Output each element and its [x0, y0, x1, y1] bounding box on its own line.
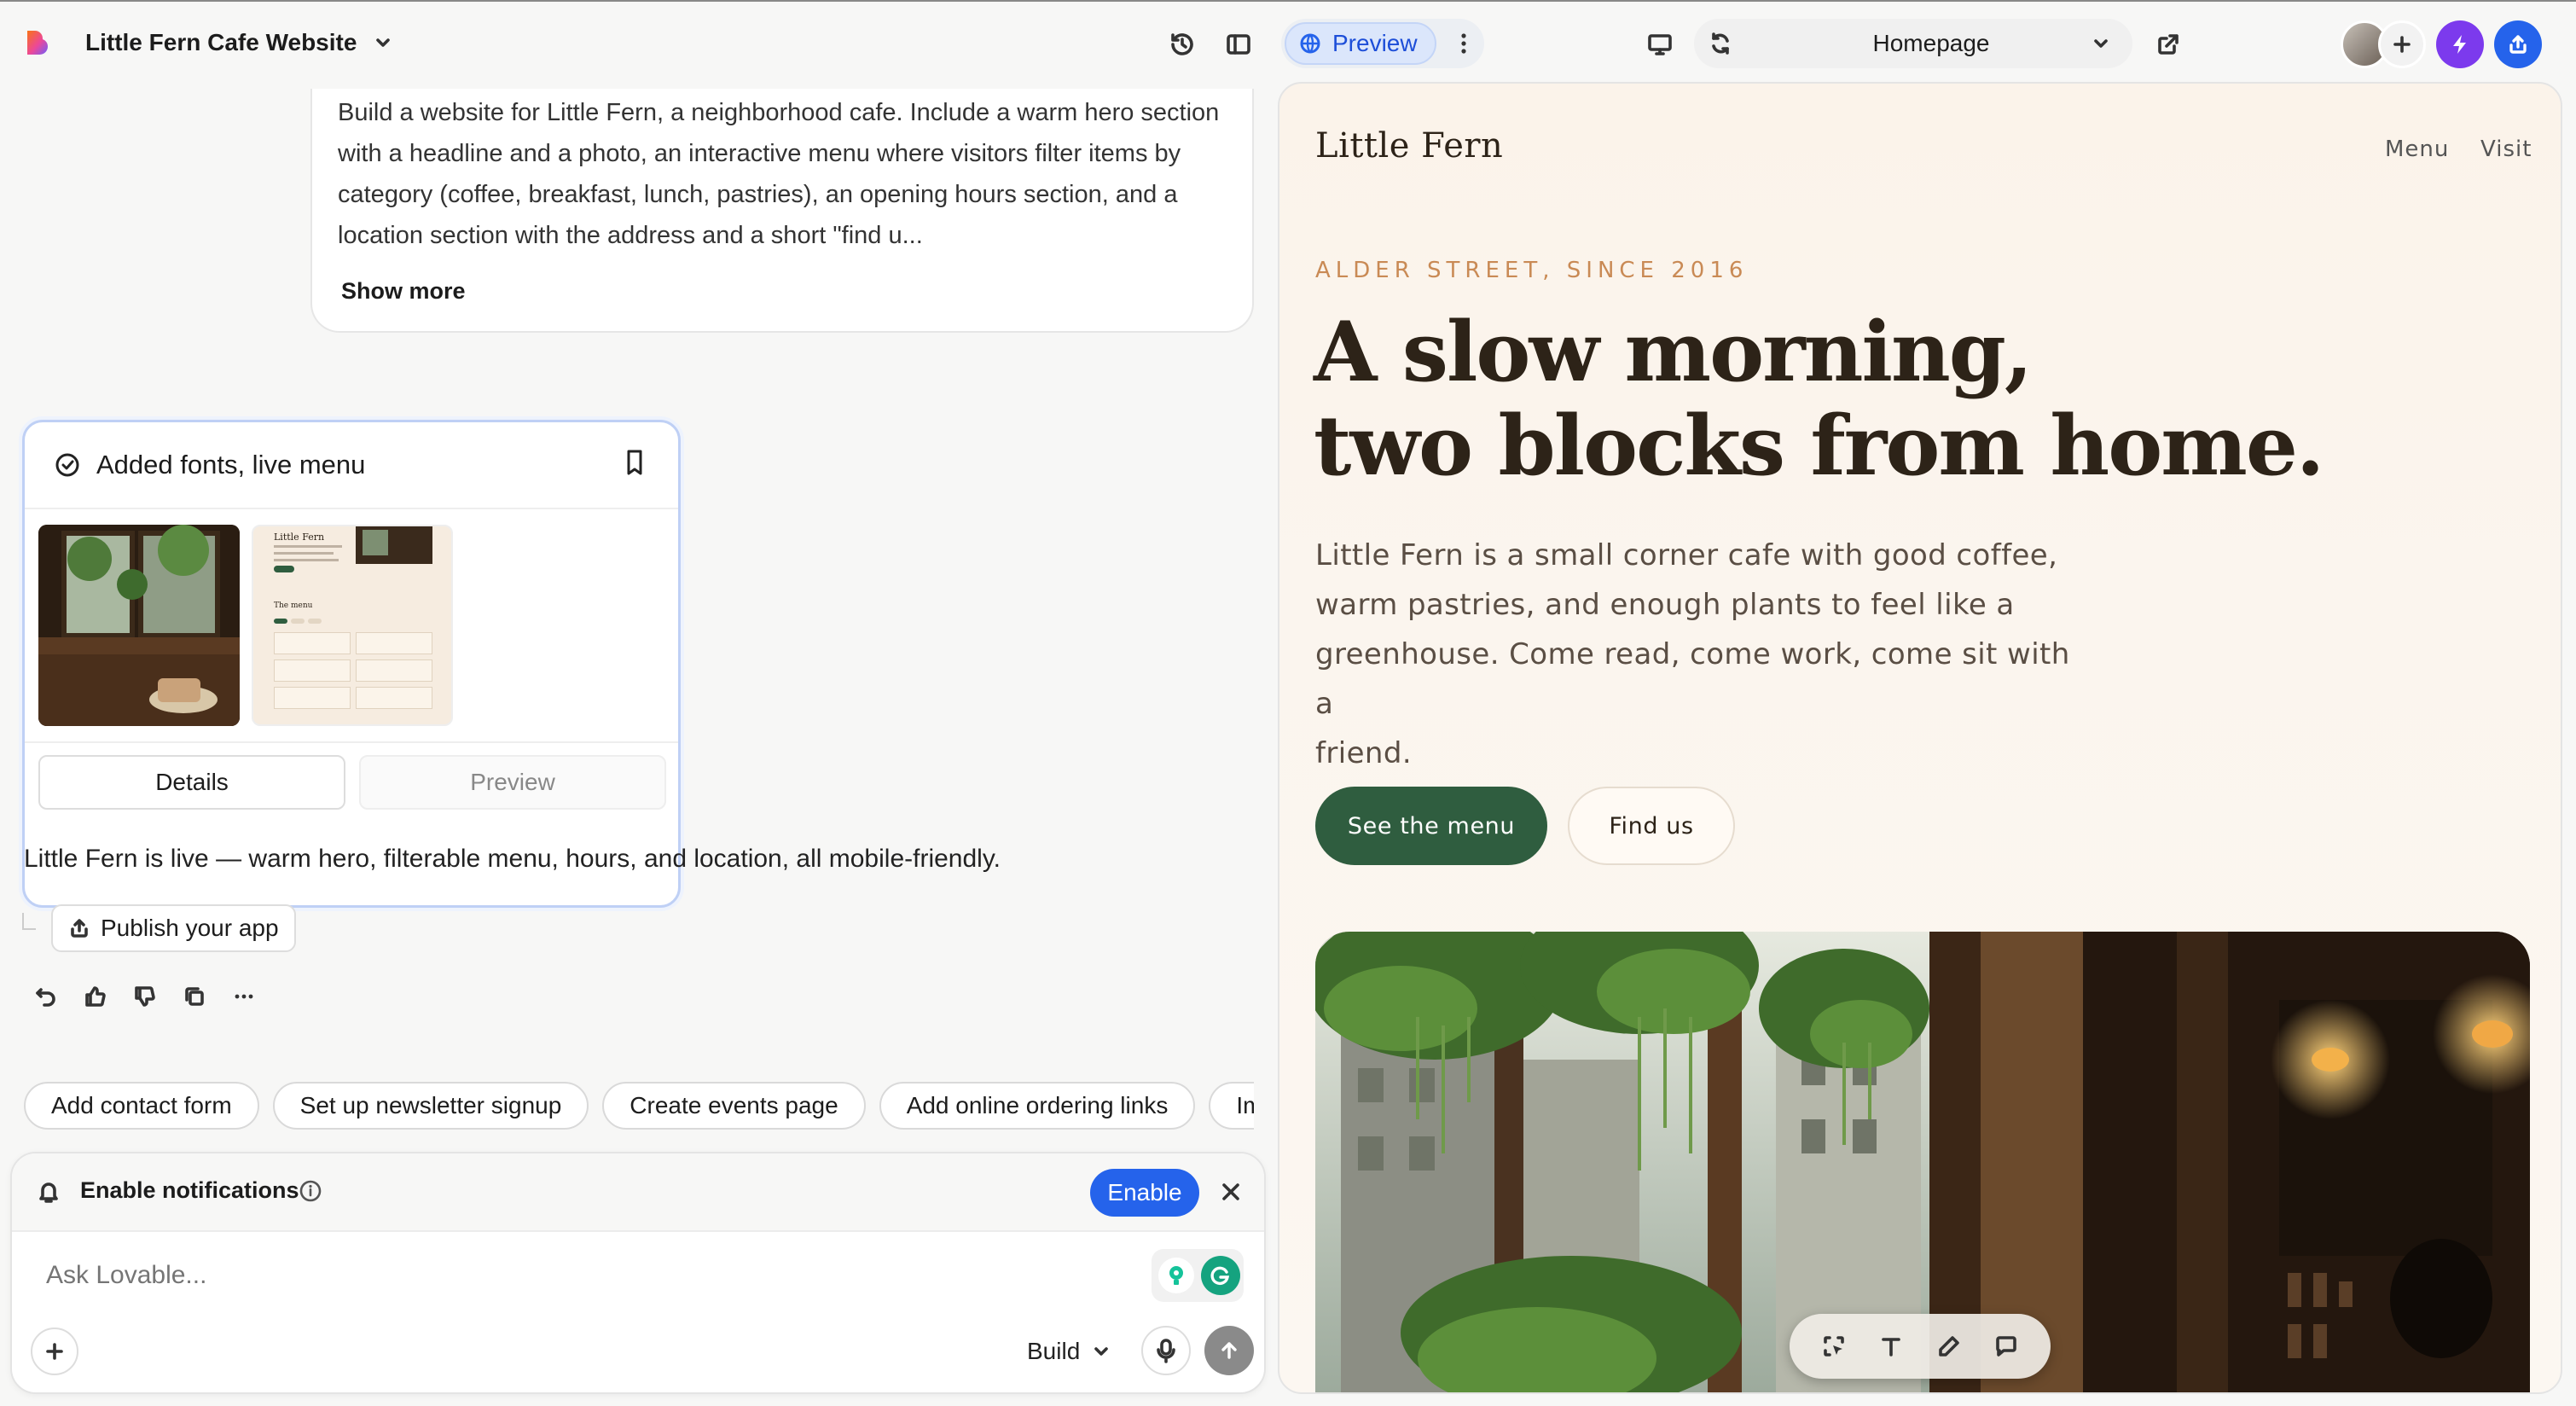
more-horizontal-icon[interactable] [232, 985, 256, 1008]
text-icon[interactable] [1878, 1333, 1904, 1359]
divider [25, 508, 678, 509]
chat-input[interactable] [46, 1254, 1138, 1297]
publish-label: Publish your app [101, 915, 279, 941]
show-more-link[interactable]: Show more [341, 278, 466, 305]
lovable-logo-icon[interactable] [22, 27, 53, 58]
thread-connector [22, 913, 36, 930]
thumbs-up-icon[interactable] [84, 985, 107, 1008]
hero-headline-line: A slow morning, [1314, 304, 2033, 400]
pencil-icon[interactable] [1936, 1333, 1962, 1359]
thumb-title: Little Fern [274, 532, 325, 543]
page-select-value: Homepage [1872, 30, 1990, 56]
project-menu[interactable]: Little Fern Cafe Website [85, 24, 392, 61]
hero-intro-line: warm pastries, and enough plants to feel… [1315, 588, 2015, 622]
preview-button[interactable]: Preview [359, 755, 666, 810]
address-bar: Homepage [1694, 19, 2132, 68]
chevron-down-icon [1092, 1342, 1111, 1361]
site-brand[interactable]: Little Fern [1315, 126, 1503, 166]
monitor-icon[interactable] [1643, 27, 1677, 61]
hero-headline-line: two blocks from home. [1314, 398, 2324, 494]
mode-label: Build [1027, 1338, 1081, 1364]
version-card[interactable]: Added fonts, live menu Little Fern The m… [22, 420, 681, 908]
comment-icon[interactable] [1993, 1333, 2019, 1359]
cafe-photo-thumbnail[interactable] [38, 525, 240, 726]
composer: Enable notifications Enable Build [10, 1152, 1266, 1394]
globe-icon [1298, 32, 1322, 55]
top-bar: Little Fern Cafe Website Preview Homepag… [0, 0, 2576, 85]
refresh-icon[interactable] [1703, 26, 1738, 61]
hero-intro-line: Little Fern is a small corner cafe with … [1315, 538, 2058, 572]
select-icon[interactable] [1821, 1333, 1847, 1359]
nav-visit-link[interactable]: Visit [2480, 137, 2532, 162]
plus-icon[interactable] [31, 1328, 78, 1375]
info-icon[interactable] [299, 1179, 322, 1203]
hero-intro-line: friend. [1315, 736, 1413, 770]
more-vertical-icon[interactable] [1447, 22, 1481, 65]
preview-tab-label: Preview [1332, 30, 1418, 56]
suggestion-chip[interactable]: Create events page [602, 1082, 866, 1130]
assistant-message: Little Fern is live — warm hero, filtera… [24, 845, 1001, 873]
mode-select[interactable]: Build [1027, 1333, 1111, 1370]
suggestion-chip[interactable]: Add contact form [24, 1082, 259, 1130]
chat-panel: Build a website for Little Fern, a neigh… [0, 85, 1279, 1406]
undo-icon[interactable] [34, 985, 58, 1008]
divider [25, 741, 678, 743]
hero-intro: Little Fern is a small corner cafe with … [1315, 531, 2083, 778]
publish-button[interactable]: Publish your app [51, 904, 296, 952]
arrow-up-icon[interactable] [1204, 1326, 1254, 1375]
enable-notifications-button[interactable]: Enable [1090, 1169, 1199, 1217]
thumb-menu-title: The menu [274, 601, 313, 610]
details-button[interactable]: Details [38, 755, 345, 810]
upload-icon [68, 917, 90, 939]
bell-icon [36, 1179, 61, 1205]
microphone-icon[interactable] [1141, 1326, 1191, 1375]
suggestion-chip[interactable]: Improve m [1209, 1082, 1254, 1130]
grammar-extension[interactable] [1152, 1249, 1244, 1302]
thumbs-down-icon[interactable] [133, 985, 157, 1008]
page-select[interactable]: Homepage [1754, 22, 2121, 65]
bolt-icon[interactable] [2436, 20, 2484, 68]
notification-banner: Enable notifications Enable [12, 1153, 1264, 1232]
bookmark-icon[interactable] [622, 448, 647, 477]
version-card-title: Added fonts, live menu [96, 450, 366, 479]
external-link-icon[interactable] [2151, 27, 2185, 61]
preview-tab[interactable]: Preview [1285, 22, 1436, 65]
see-menu-button[interactable]: See the menu [1315, 787, 1547, 865]
edit-toolbar [1790, 1314, 2051, 1379]
user-message-text: Build a website for Little Fern, a neigh… [338, 99, 1220, 249]
hero-eyebrow: ALDER STREET, SINCE 2016 [1315, 258, 1749, 283]
copy-icon[interactable] [183, 985, 206, 1008]
find-us-button[interactable]: Find us [1568, 787, 1735, 865]
close-icon[interactable] [1220, 1181, 1242, 1203]
message-actions [34, 985, 256, 1008]
suggestion-chips: Add contact form Set up newsletter signu… [24, 1082, 1254, 1130]
history-icon[interactable] [1165, 27, 1199, 61]
lightbulb-icon [1158, 1258, 1194, 1293]
chevron-down-icon [2092, 34, 2110, 53]
panel-icon[interactable] [1221, 27, 1256, 61]
site-preview: Little Fern Menu Visit ALDER STREET, SIN… [1278, 82, 2562, 1394]
check-circle-icon [54, 451, 81, 479]
suggestion-chip[interactable]: Add online ordering links [879, 1082, 1196, 1130]
share-icon[interactable] [2494, 20, 2542, 68]
preview-toggle-group: Preview [1281, 19, 1484, 68]
nav-menu-link[interactable]: Menu [2385, 137, 2449, 162]
grammarly-icon [1201, 1256, 1240, 1295]
project-title: Little Fern Cafe Website [85, 29, 357, 55]
user-message: Build a website for Little Fern, a neigh… [310, 89, 1254, 333]
chevron-down-icon [374, 33, 392, 52]
hero-intro-line: greenhouse. Come read, come work, come s… [1315, 637, 2070, 721]
site-preview-thumbnail[interactable]: Little Fern The menu [252, 525, 453, 726]
plus-icon[interactable] [2378, 20, 2426, 68]
hero-headline: A slow morning, two blocks from home. [1314, 304, 2324, 494]
notification-label: Enable notifications [80, 1177, 299, 1203]
suggestion-chip[interactable]: Set up newsletter signup [272, 1082, 589, 1130]
